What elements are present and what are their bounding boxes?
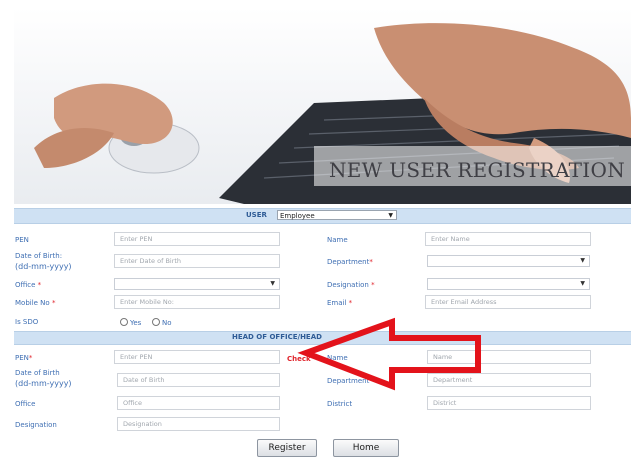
head-designation-input[interactable]: Designation (117, 417, 280, 431)
head-of-office-bar: HEAD OF OFFICE/HEAD (14, 331, 631, 345)
radio-icon (152, 318, 160, 326)
is-sdo-label: Is SDO (15, 318, 39, 326)
head-name-placeholder: Name (433, 353, 453, 361)
head-designation-placeholder: Designation (123, 420, 162, 428)
head-name-input[interactable]: Name (427, 350, 591, 364)
user-type-value: Employee (280, 212, 315, 220)
register-button[interactable]: Register (257, 439, 317, 457)
is-sdo-yes-radio[interactable]: Yes (120, 318, 141, 327)
chevron-down-icon: ▼ (580, 257, 585, 264)
name-label: Name (327, 236, 348, 244)
pen-label: PEN (15, 236, 29, 244)
email-input[interactable]: Enter Email Address (425, 295, 591, 309)
chevron-down-icon: ▼ (270, 280, 275, 287)
mobile-placeholder: Enter Mobile No: (120, 298, 174, 306)
head-pen-placeholder: Enter PEN (120, 353, 153, 361)
head-department-label: Department (327, 377, 370, 385)
name-input[interactable]: Enter Name (425, 232, 591, 246)
head-office-label: Office (15, 400, 36, 408)
home-button[interactable]: Home (333, 439, 399, 457)
head-pen-label: PEN* (15, 354, 33, 362)
head-office-placeholder: Office (123, 399, 142, 407)
pen-input[interactable]: Enter PEN (114, 232, 280, 246)
office-label: Office * (15, 281, 42, 289)
head-district-label: District (327, 400, 353, 408)
head-of-office-label: HEAD OF OFFICE/HEAD (232, 333, 322, 341)
head-dob-input[interactable]: Date of Birth (117, 373, 280, 387)
chevron-down-icon: ▼ (388, 212, 393, 219)
banner-title: NEW USER REGISTRATION (328, 158, 625, 182)
department-label: Department* (327, 258, 373, 266)
designation-select[interactable]: ▼ (427, 278, 590, 290)
head-district-input[interactable]: District (427, 396, 591, 410)
head-office-input[interactable]: Office (117, 396, 280, 410)
email-placeholder: Enter Email Address (431, 298, 497, 306)
mobile-input[interactable]: Enter Mobile No: (114, 295, 280, 309)
banner: NEW USER REGISTRATION (14, 8, 631, 204)
check-link[interactable]: Check (287, 355, 311, 363)
head-department-placeholder: Department (433, 376, 473, 384)
head-name-label: Name (327, 354, 348, 362)
head-pen-input[interactable]: Enter PEN (114, 350, 280, 364)
department-select[interactable]: ▼ (427, 255, 590, 267)
head-department-input[interactable]: Department (427, 373, 591, 387)
dob-input[interactable]: Enter Date of Birth (114, 254, 280, 268)
user-type-select[interactable]: Employee ▼ (277, 210, 397, 220)
pen-placeholder: Enter PEN (120, 235, 153, 243)
head-designation-label: Designation (15, 421, 57, 429)
dob-format-label: (dd-mm-yyyy) (15, 262, 72, 271)
email-label: Email * (327, 299, 353, 307)
designation-label: Designation * (327, 281, 375, 289)
is-sdo-no-radio[interactable]: No (152, 318, 172, 327)
head-dob-label: Date of Birth (15, 369, 60, 377)
office-select[interactable]: ▼ (114, 278, 280, 290)
user-section-label: USER (246, 211, 267, 219)
radio-icon (120, 318, 128, 326)
user-section-bar: USER Employee ▼ (14, 208, 631, 224)
head-dob-placeholder: Date of Birth (123, 376, 165, 384)
chevron-down-icon: ▼ (580, 280, 585, 287)
mobile-label: Mobile No * (15, 299, 56, 307)
dob-placeholder: Enter Date of Birth (120, 257, 182, 265)
name-placeholder: Enter Name (431, 235, 470, 243)
head-dob-format-label: (dd-mm-yyyy) (15, 379, 72, 388)
dob-label: Date of Birth: (15, 252, 63, 260)
head-district-placeholder: District (433, 399, 457, 407)
